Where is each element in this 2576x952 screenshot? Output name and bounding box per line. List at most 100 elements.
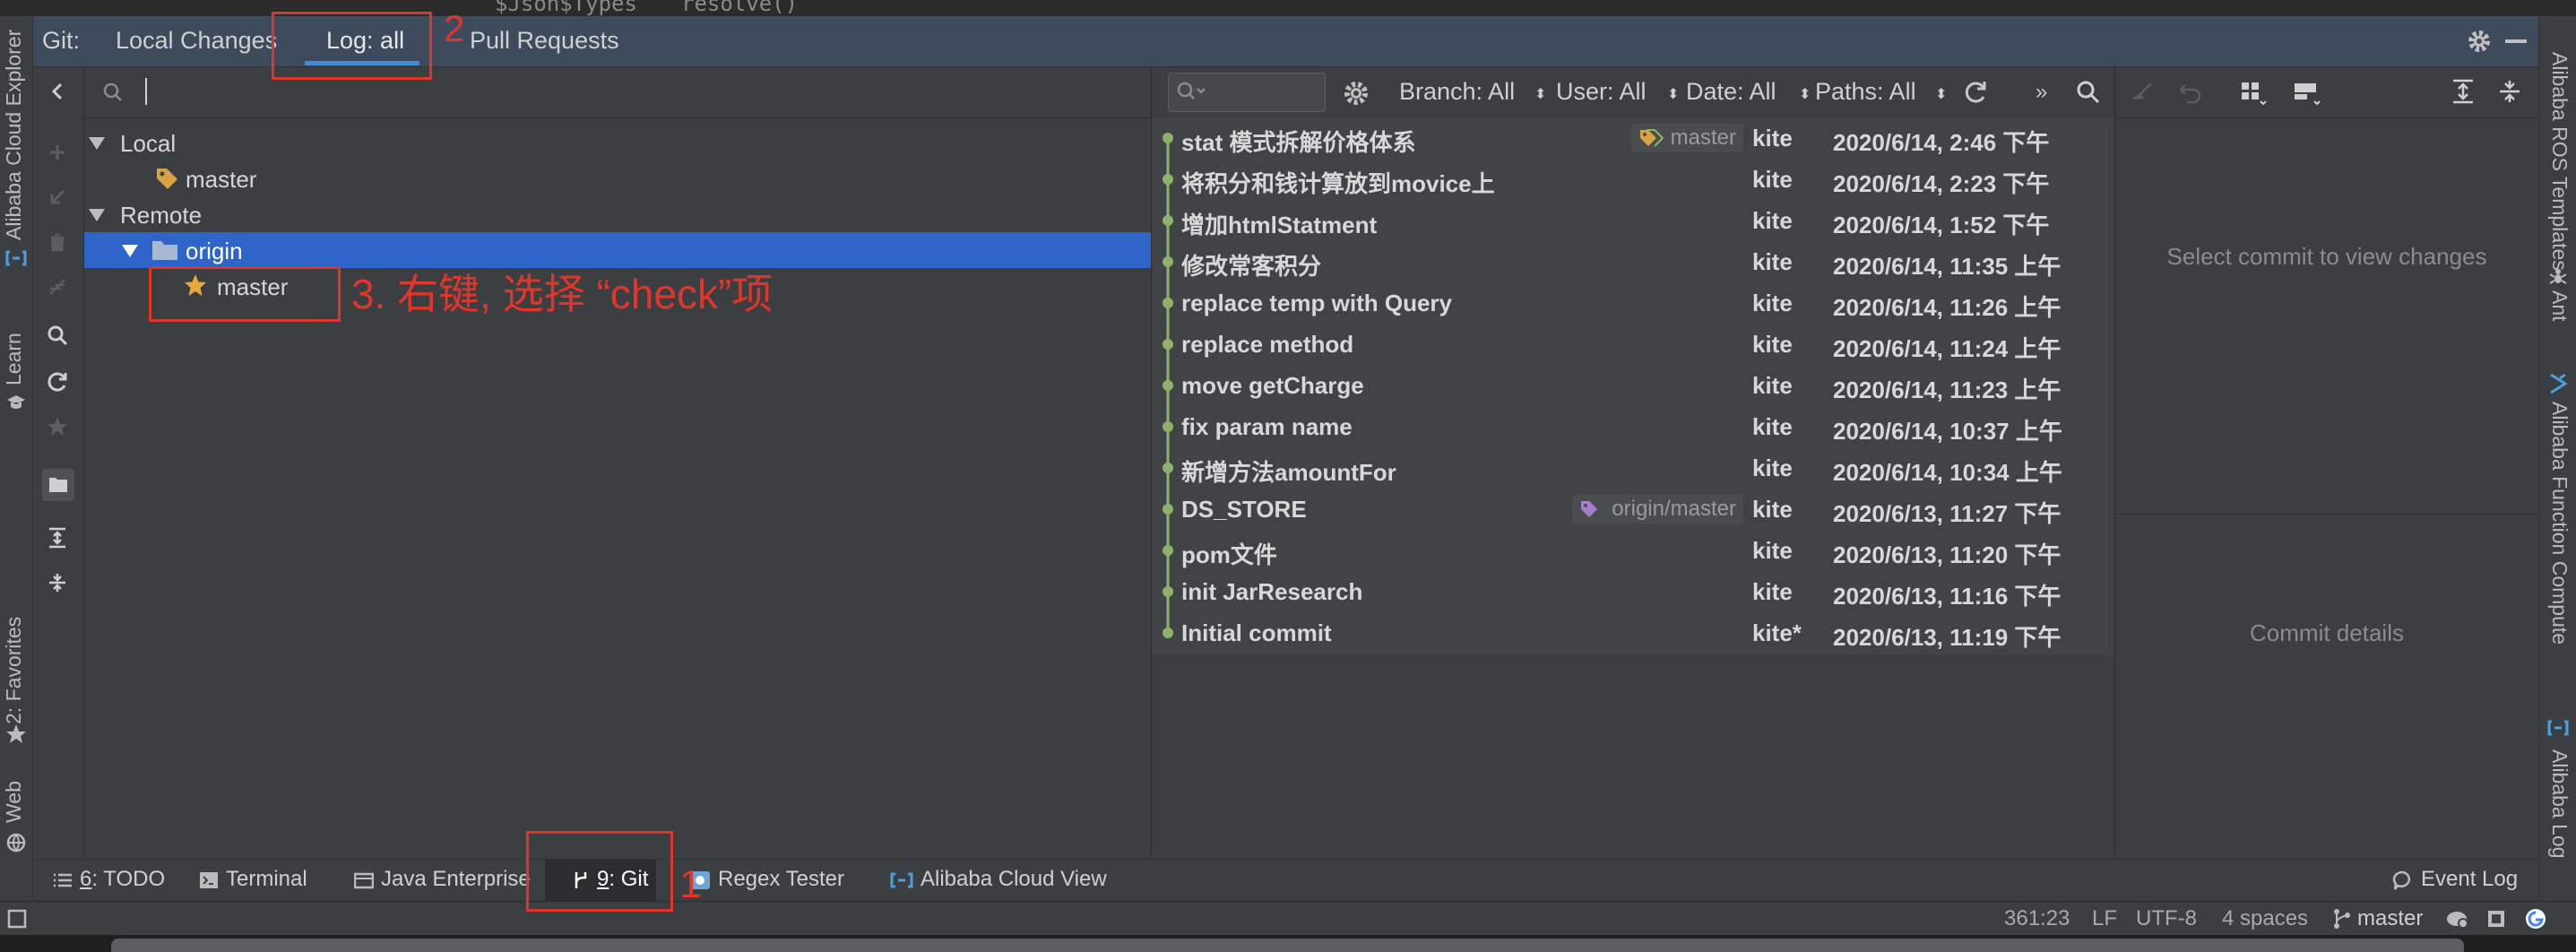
tab-local-changes[interactable]: Local Changes [116, 27, 277, 55]
alibaba-ros-templates-tab[interactable]: Alibaba ROS Templates [2547, 52, 2572, 271]
regex-tester-tab[interactable]: Regex Tester [689, 867, 844, 892]
alibaba-cloud-view-tab-label: Alibaba Cloud View [921, 867, 1107, 891]
details-toolbar [2115, 67, 2538, 118]
tree-label-remote: Remote [120, 202, 203, 229]
commit-date: 2020/6/14, 11:35 上午 [1833, 253, 2062, 280]
alibaba-cloud-explorer-tab[interactable]: Alibaba Cloud Explorer [2, 30, 26, 240]
commit-row[interactable]: replace temp with Query kite 2020/6/14, 11… [1152, 282, 2114, 324]
compare-branch-icon[interactable] [42, 272, 73, 302]
ant-tab[interactable]: Ant [2547, 290, 2572, 322]
fetch-refresh-icon[interactable] [42, 367, 73, 397]
log-filter-toolbar: Branch: All ⬍ User: All ⬍ Date: All ⬍ Pa… [1152, 67, 2114, 118]
todo-tab[interactable]: 6: TODO [53, 867, 165, 892]
commit-date: 2020/6/14, 10:34 上午 [1833, 459, 2062, 486]
branch-search-bar[interactable] [84, 67, 1151, 118]
inspector-icon[interactable] [2445, 907, 2470, 930]
file-encoding[interactable]: UTF-8 [2136, 906, 2197, 931]
commit-date: 2020/6/14, 10:37 上午 [1833, 418, 2062, 445]
collapse-panel-icon[interactable] [42, 76, 73, 107]
commit-row[interactable]: 修改常客积分 kite 2020/6/14, 11:35 上午 [1152, 241, 2114, 282]
branch-filter[interactable]: Branch: All [1399, 78, 1515, 106]
commit-table: stat 模式拆解价格体系 master kite 2020/6/14, 2:46 下… [1152, 117, 2114, 655]
group-by-directory-toggle[interactable] [42, 469, 74, 501]
web-tab[interactable]: Web [2, 781, 26, 823]
cherry-pick-icon[interactable] [2130, 80, 2155, 105]
delete-branch-icon[interactable] [42, 227, 73, 257]
toggle-tool-windows-icon[interactable] [7, 909, 27, 929]
commit-date: 2020/6/13, 11:16 下午 [1833, 583, 2062, 610]
editor-strip-right-text: resolve() [681, 0, 799, 16]
commit-date: 2020/6/13, 11:20 下午 [1833, 541, 2062, 568]
commit-date: 2020/6/14, 11:24 上午 [1833, 335, 2062, 362]
java-enterprise-tab[interactable]: Java Enterprise [354, 867, 531, 892]
commit-message: fix param name [1181, 413, 1353, 440]
commit-row[interactable]: DS_STORE origin/master kite 2020/6/13, 11:2… [1152, 489, 2114, 530]
tag-icon [1579, 499, 1606, 519]
details-divider [2115, 514, 2538, 515]
preview-layout-icon[interactable] [2293, 78, 2321, 107]
event-log-bubble-icon [2392, 870, 2414, 890]
log-settings-gear-icon[interactable] [1343, 80, 1370, 107]
collapse-all-icon[interactable] [2496, 78, 2523, 105]
current-branch[interactable]: master [2357, 906, 2423, 931]
line-separator[interactable]: LF [2092, 906, 2117, 931]
event-status-icon[interactable] [2485, 907, 2508, 930]
commit-author: kite [1752, 537, 1793, 564]
expand-all-icon[interactable] [42, 523, 73, 553]
tree-label-local: Local [120, 130, 177, 157]
google-icon[interactable] [2524, 907, 2547, 930]
more-chevron-icon[interactable]: » [2036, 80, 2047, 105]
expand-all-icon[interactable] [2450, 78, 2477, 105]
commit-row[interactable]: pom文件 kite 2020/6/13, 11:20 下午 [1152, 530, 2114, 571]
commit-date: 2020/6/14, 1:52 下午 [1833, 212, 2050, 238]
indent-setting[interactable]: 4 spaces [2222, 906, 2308, 931]
revert-icon[interactable] [2178, 80, 2203, 105]
search-icon[interactable] [2075, 79, 2102, 106]
tree-node-local[interactable]: Local [84, 125, 1151, 160]
date-filter[interactable]: Date: All [1686, 78, 1776, 106]
commit-row[interactable]: Initial commit kite* 2020/6/13, 11:19 下午 [1152, 612, 2114, 653]
log-search-input[interactable] [1168, 73, 1326, 112]
collapse-all-icon[interactable] [42, 567, 73, 598]
commit-row[interactable]: 将积分和钱计算放到movice上 kite 2020/6/14, 2:23 下午 [1152, 159, 2114, 200]
alibaba-cloud-icon [5, 249, 27, 267]
favorites-tab[interactable]: 2: Favorites [2, 617, 26, 724]
ant-icon [2547, 265, 2569, 287]
group-by-icon[interactable] [2239, 78, 2268, 107]
settings-gear-icon[interactable] [2467, 29, 2492, 54]
alibaba-log-tab[interactable]: Alibaba Log [2547, 749, 2572, 859]
commit-row[interactable]: fix param name kite 2020/6/14, 10:37 上午 [1152, 406, 2114, 447]
commit-author: kite [1752, 372, 1793, 399]
user-filter[interactable]: User: All [1556, 78, 1647, 106]
annotation-step-3: 3. 右键, 选择 “check”项 [351, 271, 774, 317]
search-branch-icon[interactable] [42, 320, 73, 351]
tree-node-remote[interactable]: Remote [84, 196, 1151, 232]
commit-row[interactable]: move getCharge kite 2020/6/14, 11:23 上午 [1152, 365, 2114, 406]
commit-row[interactable]: 增加htmlStatment kite 2020/6/14, 1:52 下午 [1152, 200, 2114, 241]
commit-row[interactable]: init JarResearch kite 2020/6/13, 11:16 下午 [1152, 571, 2114, 612]
minimize-icon[interactable] [2505, 39, 2527, 43]
event-log-tab[interactable]: Event Log [2392, 867, 2518, 892]
commit-row[interactable]: 新增方法amountFor kite 2020/6/14, 10:34 上午 [1152, 447, 2114, 489]
tree-label-local-master: master [186, 166, 257, 193]
learn-tab[interactable]: Learn [2, 333, 26, 385]
alibaba-cloud-view-tab[interactable]: Alibaba Cloud View [890, 867, 1107, 892]
tab-pull-requests[interactable]: Pull Requests [470, 27, 619, 55]
new-branch-icon[interactable] [42, 137, 73, 168]
web-globe-icon [5, 832, 27, 853]
paths-filter[interactable]: Paths: All [1815, 78, 1916, 106]
caret-position[interactable]: 361:23 [2004, 906, 2070, 931]
editor-strip-left-text: $Json$Types [495, 0, 637, 16]
commit-message: replace temp with Query [1181, 290, 1452, 316]
refresh-icon[interactable] [1962, 79, 1989, 106]
alibaba-function-compute-tab[interactable]: Alibaba Function Compute [2547, 402, 2572, 645]
commit-message: DS_STORE [1181, 496, 1307, 523]
terminal-tab-label: Terminal [226, 867, 307, 891]
favorite-branch-star-icon[interactable] [42, 411, 73, 442]
commit-row[interactable]: stat 模式拆解价格体系 master kite 2020/6/14, 2:46 下… [1152, 117, 2114, 159]
update-branch-icon[interactable] [42, 182, 73, 212]
terminal-tab[interactable]: Terminal [199, 867, 307, 892]
tree-node-local-master[interactable]: master [84, 160, 1151, 196]
commit-author: kite [1752, 496, 1793, 523]
commit-row[interactable]: replace method kite 2020/6/14, 11:24 上午 [1152, 324, 2114, 365]
